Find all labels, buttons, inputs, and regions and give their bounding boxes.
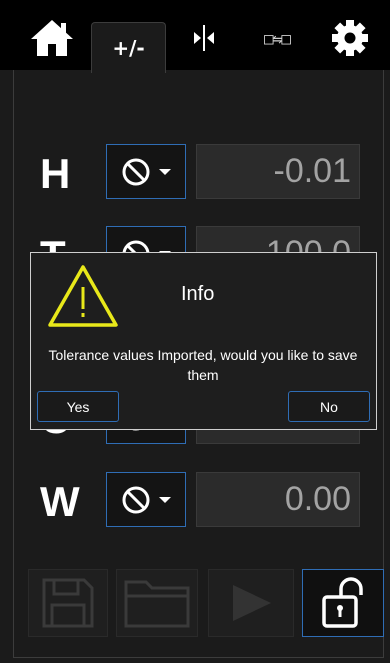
mirror-icon [194,25,214,51]
prohibited-icon [122,158,150,185]
tab-home[interactable] [24,6,80,70]
warning-icon [48,265,118,327]
value-field-h[interactable]: -0.01 [196,144,360,199]
tab-settings[interactable] [324,6,376,70]
mode-dropdown-w[interactable] [106,472,186,527]
open-button[interactable] [116,569,198,637]
home-icon [31,20,73,56]
mode-dropdown-h[interactable] [106,144,186,199]
row-letter-h: H [40,150,71,197]
value-field-w[interactable]: 0.00 [196,472,360,527]
prohibited-icon [122,486,150,513]
yes-button[interactable]: Yes [37,391,119,422]
tab-mirror[interactable] [180,6,228,70]
tab-bar: +/- □⇋□ [0,0,390,73]
dialog-title: Info [181,283,215,305]
folder-icon [124,580,190,628]
gear-icon [332,20,368,56]
info-dialog: Info Tolerance values Imported, would yo… [30,252,377,430]
tab-swap-label: □⇋□ [264,28,291,48]
row-letter-w: W [40,478,80,525]
no-button[interactable]: No [288,391,370,422]
unlock-button[interactable] [302,569,384,637]
tab-tolerance[interactable]: +/- [91,22,166,73]
floppy-disk-icon [42,578,94,628]
save-button[interactable] [28,569,108,637]
unlocked-padlock-icon [322,577,363,628]
play-button[interactable] [208,569,294,637]
play-icon [233,585,271,621]
dialog-message: Tolerance values Imported, would you lik… [48,347,358,383]
tab-swap[interactable]: □⇋□ [246,6,308,70]
chevron-down-icon [159,496,171,503]
tab-tolerance-label: +/- [112,36,145,60]
chevron-down-icon [159,168,171,175]
app-window: +/- □⇋□ H -0.01 W 0.00 Info Tolerance va… [0,0,390,663]
